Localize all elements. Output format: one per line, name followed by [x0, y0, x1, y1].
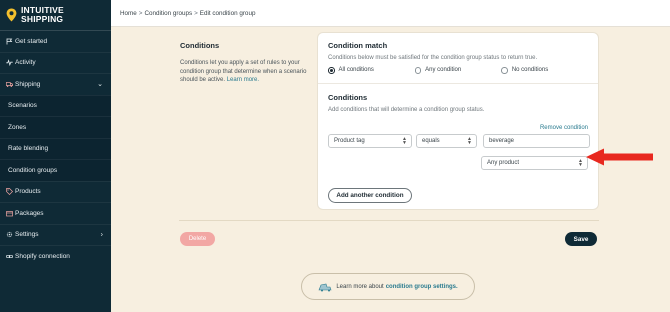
sidebar-item-label: Settings [15, 231, 39, 239]
sidebar-item-zones[interactable]: Zones [0, 116, 111, 138]
select-value: Any product [487, 160, 520, 166]
learn-more-banner: Learn more about condition group setting… [301, 273, 475, 300]
truck-icon [6, 81, 13, 88]
condition-match-title: Condition match [328, 41, 388, 50]
condition-scope-select[interactable]: Any product ▲ ▼ [481, 156, 588, 170]
sidebar-item-scenarios[interactable]: Scenarios [0, 94, 111, 116]
location-pin-icon [6, 8, 17, 22]
add-another-condition-button[interactable]: Add another condition [328, 188, 412, 203]
radio-label: No conditions [511, 67, 549, 74]
condition-operator-select[interactable]: equals ▲ ▼ [416, 134, 477, 148]
select-arrows-icon: ▲ ▼ [402, 136, 407, 146]
sidebar-item-shopify-connection[interactable]: Shopify connection [0, 245, 111, 267]
sidebar-item-label: Shipping [15, 80, 41, 88]
conditions-description: Add conditions that will determine a con… [328, 106, 485, 113]
main-content: Conditions Conditions let you apply a se… [111, 27, 670, 312]
sidebar-item-activity[interactable]: Activity [0, 51, 111, 74]
footer-divider [179, 220, 599, 221]
sidebar-item-label: Condition groups [8, 166, 58, 174]
red-arrow-annotation [586, 148, 653, 166]
sidebar-item-label: Zones [8, 123, 27, 131]
sidebar-item-products[interactable]: Products [0, 180, 111, 203]
radio-button-selected[interactable] [328, 67, 335, 74]
save-button[interactable]: Save [565, 232, 597, 246]
condition-scope-row: Any product ▲ ▼ [481, 156, 588, 170]
section-description: Conditions let you apply a set of rules … [180, 59, 308, 85]
breadcrumb-home[interactable]: Home [120, 10, 137, 17]
pulse-icon [6, 59, 13, 67]
select-arrows-icon: ▲ ▼ [467, 136, 472, 146]
radio-button[interactable] [501, 67, 508, 74]
learn-more-link[interactable]: Learn more. [227, 77, 259, 83]
condition-row: Product tag ▲ ▼ equals ▲ ▼ beverage [328, 134, 590, 148]
breadcrumb-condition-groups[interactable]: Condition groups [144, 10, 192, 17]
divider [318, 82, 598, 84]
link-icon [6, 253, 13, 260]
sidebar-item-get-started[interactable]: Get started [0, 30, 111, 52]
sidebar-item-label: Activity [15, 59, 36, 67]
conditions-card: Condition match Conditions below must be… [318, 33, 598, 209]
delete-button[interactable]: Delete [180, 232, 215, 246]
radio-label: All conditions [338, 67, 374, 74]
conditions-title: Conditions [328, 92, 368, 102]
chevron-right-icon: › [100, 231, 103, 239]
truck-illustration-icon [318, 283, 332, 291]
learn-more-text: Learn more about [336, 283, 384, 290]
sidebar-item-label: Shopify connection [15, 252, 70, 260]
package-icon [6, 210, 13, 217]
sidebar-item-rate-blending[interactable]: Rate blending [0, 137, 111, 159]
breadcrumb: Home > Condition groups > Edit condition… [111, 0, 670, 27]
sidebar: INTUITIVE SHIPPING Get started Activity … [0, 0, 111, 312]
radio-any-condition[interactable]: Any condition [414, 67, 502, 74]
sidebar-item-packages[interactable]: Packages [0, 202, 111, 224]
sidebar-item-label: Get started [15, 37, 48, 45]
sidebar-item-condition-groups[interactable]: Condition groups [0, 159, 111, 181]
sidebar-item-shipping[interactable]: Shipping ⌄ [0, 73, 111, 95]
conditions-intro: Conditions Conditions let you apply a se… [180, 41, 308, 85]
breadcrumb-current: Edit condition group [199, 9, 256, 17]
radio-no-conditions[interactable]: No conditions [501, 67, 588, 74]
chevron-down-icon: ⌄ [97, 81, 103, 89]
radio-button[interactable] [414, 67, 422, 74]
sidebar-item-label: Products [15, 188, 41, 196]
remove-condition-link[interactable]: Remove condition [540, 125, 588, 131]
sidebar-nav: Get started Activity Shipping ⌄ Scenario… [0, 30, 111, 267]
condition-match-options: All conditions Any condition No conditio… [328, 67, 588, 74]
condition-value-input[interactable]: beverage [483, 134, 590, 148]
radio-all-conditions[interactable]: All conditions [328, 67, 415, 74]
section-title: Conditions [180, 41, 220, 50]
condition-field-select[interactable]: Product tag ▲ ▼ [328, 134, 412, 148]
breadcrumb-separator: > [138, 9, 143, 17]
condition-group-settings-link[interactable]: condition group settings. [386, 284, 458, 290]
sidebar-item-settings[interactable]: Settings › [0, 223, 111, 246]
select-value: Product tag [334, 138, 365, 144]
logo[interactable]: INTUITIVE SHIPPING [0, 0, 111, 30]
gear-icon [6, 231, 13, 238]
sidebar-item-label: Rate blending [8, 145, 49, 153]
radio-label: Any condition [425, 67, 462, 74]
app-name: INTUITIVE SHIPPING [21, 5, 64, 24]
flag-icon [6, 38, 13, 45]
condition-match-description: Conditions below must be satisfied for t… [328, 55, 538, 61]
breadcrumb-separator: > [194, 9, 198, 17]
select-value: equals [422, 138, 440, 144]
sidebar-item-label: Packages [15, 209, 44, 217]
sidebar-item-label: Scenarios [8, 102, 37, 110]
select-arrows-icon: ▲ ▼ [578, 158, 583, 168]
tag-icon [6, 188, 13, 196]
